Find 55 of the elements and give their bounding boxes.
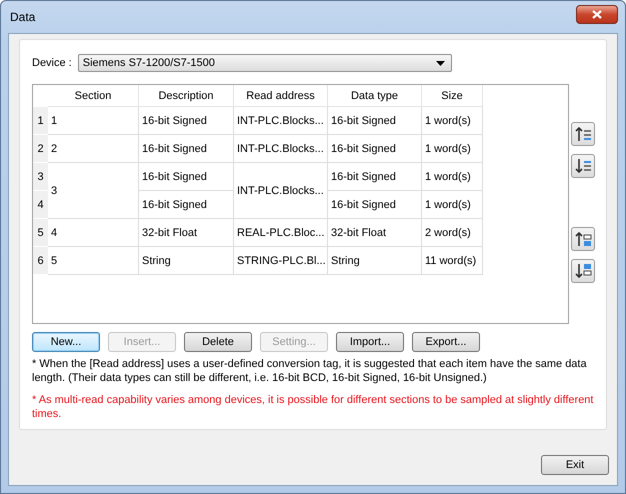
table-cell: 32-bit Float — [328, 219, 422, 247]
table-cell: String — [139, 247, 234, 275]
table-cell: 16-bit Signed — [328, 191, 422, 219]
row-number: 6 — [33, 247, 48, 275]
table-cell: 16-bit Signed — [328, 135, 422, 163]
table-cell: INT-PLC.Blocks... — [234, 107, 328, 135]
action-button[interactable]: Import... — [336, 332, 404, 352]
move-row-button[interactable] — [570, 227, 594, 251]
row-number: 4 — [33, 191, 48, 219]
table-cell: INT-PLC.Blocks... — [234, 163, 328, 219]
table-cell: 16-bit Signed — [328, 107, 422, 135]
table-cell: REAL-PLC.Bloc... — [234, 219, 328, 247]
table-cell: STRING-PLC.Bl... — [234, 247, 328, 275]
table-cell: 16-bit Signed — [328, 163, 422, 191]
column-header[interactable]: Size — [422, 85, 483, 107]
move-row-button[interactable] — [570, 122, 594, 146]
row-number: 3 — [33, 163, 48, 191]
table-cell: 1 word(s) — [422, 163, 483, 191]
action-button[interactable]: Export... — [412, 332, 480, 352]
close-button[interactable] — [576, 4, 618, 24]
move-up-icon — [574, 125, 592, 143]
column-header[interactable]: Section — [48, 85, 139, 107]
table-cell: INT-PLC.Blocks... — [234, 135, 328, 163]
table-cell: 16-bit Signed — [139, 107, 234, 135]
warning-note: * As multi-read capability varies among devices, it is possible for different sections to be sampled at slightly different times. — [32, 393, 594, 421]
column-header[interactable]: Data type — [328, 85, 422, 107]
exit-button[interactable]: Exit — [541, 455, 609, 475]
table-cell: 1 word(s) — [422, 135, 483, 163]
move-to-top-icon — [574, 230, 592, 248]
table-cell: 1 word(s) — [422, 107, 483, 135]
column-header[interactable]: Description — [139, 85, 234, 107]
table-cell: 16-bit Signed — [139, 163, 234, 191]
info-note: * When the [Read address] uses a user-defined conversion tag, it is suggested that each item have the same data length. (Their data types can still be different, i.e. 16-bit BCD, 16-bit Signed, 16-bit Unsigned.) — [32, 357, 588, 385]
row-number: 1 — [33, 107, 48, 135]
move-row-button[interactable] — [570, 259, 594, 283]
table-cell: 16-bit Signed — [139, 135, 234, 163]
table-cell: String — [328, 247, 422, 275]
action-button[interactable]: Delete — [184, 332, 252, 352]
table-cell: 16-bit Signed — [139, 191, 234, 219]
column-header[interactable]: Read address — [234, 85, 328, 107]
close-icon — [592, 10, 602, 18]
action-button[interactable]: New... — [32, 332, 100, 352]
table-cell: 11 word(s) — [422, 247, 483, 275]
table-cell: 1 word(s) — [422, 191, 483, 219]
table-cell: 32-bit Float — [139, 219, 234, 247]
row-number: 5 — [33, 219, 48, 247]
move-row-button[interactable] — [570, 154, 594, 178]
device-dropdown[interactable]: Siemens S7-1200/S7-1500 — [78, 54, 452, 72]
window-title: Data — [9, 10, 36, 24]
move-down-icon — [574, 157, 592, 175]
move-to-bottom-icon — [574, 262, 592, 280]
row-number: 2 — [33, 135, 48, 163]
table-cell: 2 word(s) — [422, 219, 483, 247]
device-label: Device : — [32, 57, 72, 69]
dropdown-arrow-icon — [436, 60, 445, 66]
